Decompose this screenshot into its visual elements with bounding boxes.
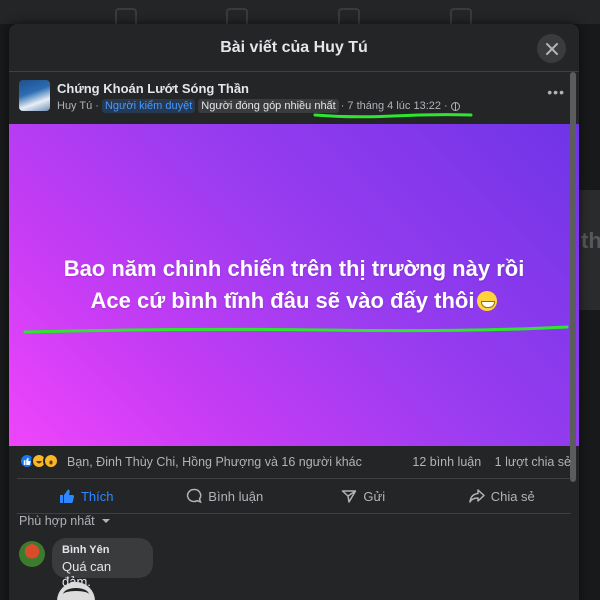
modal-header: Bài viết của Huy Tú xyxy=(9,24,579,72)
like-label: Thích xyxy=(80,488,114,504)
green-underline-annotation xyxy=(23,325,569,334)
commenter-avatar[interactable] xyxy=(19,541,45,567)
top-contributor-badge[interactable]: Người đóng góp nhiều nhất xyxy=(198,99,339,113)
thumbs-up-icon xyxy=(59,489,75,503)
caret-down-icon xyxy=(102,519,111,523)
close-icon xyxy=(545,42,558,55)
grinning-emoji-icon xyxy=(477,291,498,311)
sort-label: Phù hợp nhất xyxy=(19,514,95,528)
commenter-name[interactable]: Bình Yên xyxy=(62,544,143,556)
engagement-counts: 12 bình luận 1 lượt chia sẻ xyxy=(412,455,571,469)
post-text-banner: Bao năm chinh chiến trên thị trường này … xyxy=(9,124,579,446)
send-icon xyxy=(342,490,357,503)
shares-count[interactable]: 1 lượt chia sẻ xyxy=(495,455,571,469)
send-label: Gửi xyxy=(363,488,386,504)
post-modal: Bài viết của Huy Tú Chứng Khoán Lướt Són… xyxy=(9,24,579,600)
share-label: Chia sẻ xyxy=(490,488,535,504)
modal-scrollbar[interactable] xyxy=(570,72,576,600)
reaction-names[interactable]: Bạn, Đinh Thùy Chi, Hồng Phượng và 16 ng… xyxy=(67,455,362,469)
share-icon xyxy=(468,489,485,503)
post-text-line-2: Ace cứ bình tĩnh đâu sẽ vào đấy thôi xyxy=(91,285,498,317)
comment-icon xyxy=(187,488,203,504)
comment-button[interactable]: Bình luận xyxy=(156,479,295,513)
moderator-badge[interactable]: Người kiểm duyệt xyxy=(101,99,196,113)
comment-bubble: Bình Yên Quá can đảm. xyxy=(52,538,153,589)
comment-sort-dropdown[interactable]: Phù hợp nhất xyxy=(19,514,111,528)
action-bar: Thích Bình luận Gửi Chia sẻ xyxy=(17,478,571,514)
share-button[interactable]: Chia sẻ xyxy=(433,479,572,513)
comments-count[interactable]: 12 bình luận xyxy=(412,455,481,469)
reaction-icons[interactable] xyxy=(19,453,59,469)
background-content-edge: th xyxy=(579,190,600,310)
author-link[interactable]: Huy Tú xyxy=(57,100,92,112)
meta-separator: · xyxy=(95,100,99,112)
reactions-row: Bạn, Đinh Thùy Chi, Hồng Phượng và 16 ng… xyxy=(9,446,571,476)
post-text-line-1: Bao năm chinh chiến trên thị trường này … xyxy=(63,256,525,281)
like-button[interactable]: Thích xyxy=(17,479,156,513)
comment-label: Bình luận xyxy=(208,488,264,504)
meta-separator: · xyxy=(340,100,345,112)
watch-icon xyxy=(226,8,248,24)
post-meta: Huy Tú · Người kiểm duyệt Người đóng góp… xyxy=(57,99,460,113)
groups-icon xyxy=(450,8,472,24)
post-timestamp[interactable]: 7 tháng 4 lúc 13:22 xyxy=(347,100,441,112)
green-underline-annotation xyxy=(313,113,473,119)
modal-title: Bài viết của Huy Tú xyxy=(220,39,368,56)
more-icon: ••• xyxy=(547,84,565,100)
close-button[interactable] xyxy=(537,34,566,63)
group-avatar[interactable] xyxy=(19,80,50,111)
globe-icon xyxy=(450,101,460,111)
send-button[interactable]: Gửi xyxy=(294,479,433,513)
group-name-link[interactable]: Chứng Khoán Lướt Sóng Thần xyxy=(57,81,249,96)
wow-icon xyxy=(43,453,59,469)
background-top-nav xyxy=(0,0,600,24)
post-text-line-2-content: Ace cứ bình tĩnh đâu sẽ vào đấy thôi xyxy=(90,288,475,313)
home-icon xyxy=(115,8,137,24)
scrollbar-thumb[interactable] xyxy=(570,72,576,482)
post-header: Chứng Khoán Lướt Sóng Thần Huy Tú · Ngườ… xyxy=(9,72,579,123)
meta-separator: · xyxy=(444,100,448,112)
more-options-button[interactable]: ••• xyxy=(547,84,565,100)
marketplace-icon xyxy=(338,8,360,24)
